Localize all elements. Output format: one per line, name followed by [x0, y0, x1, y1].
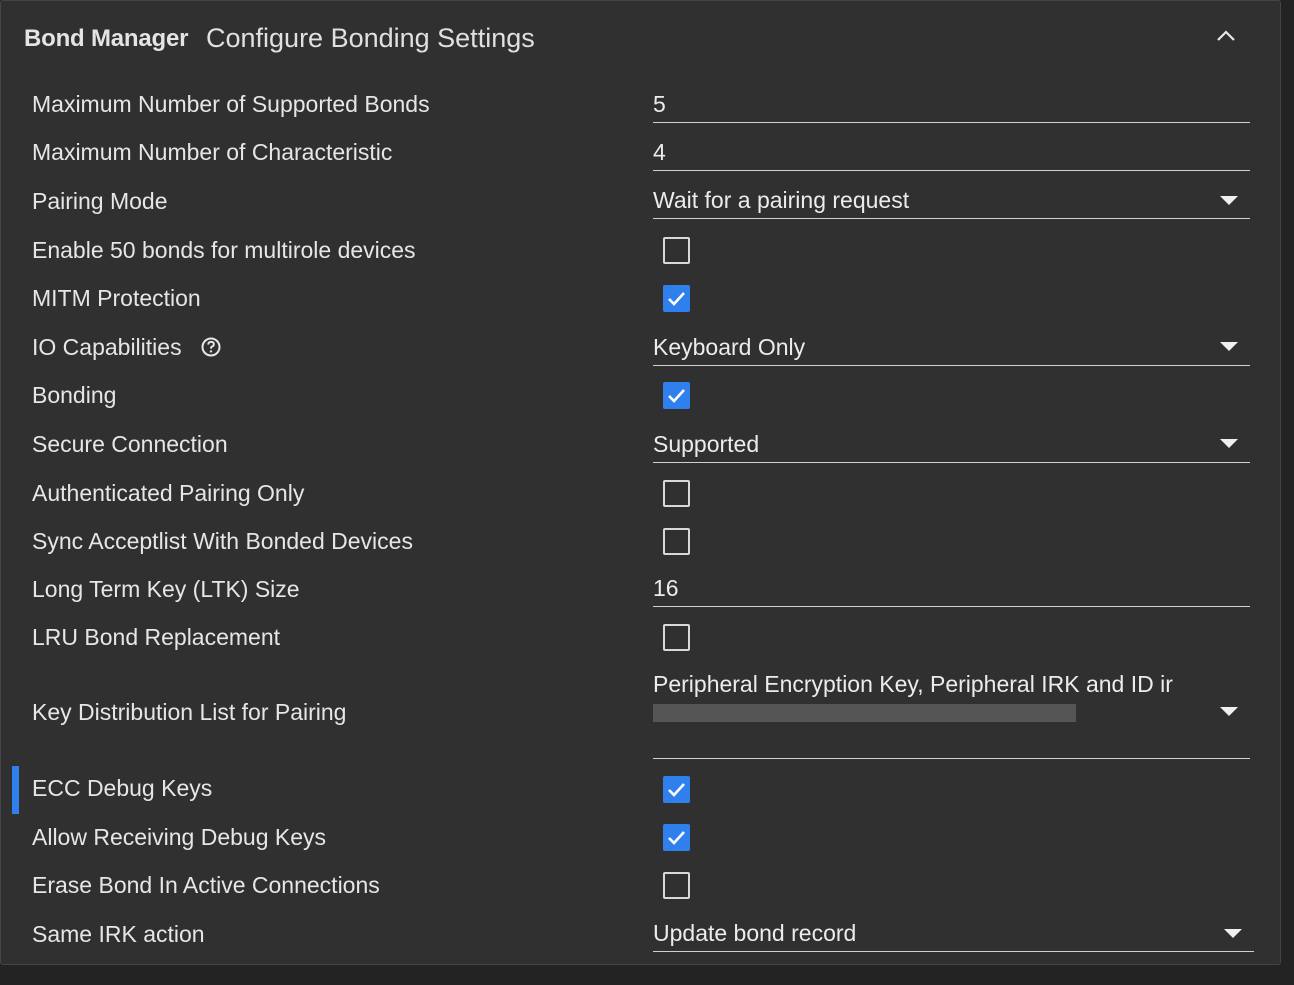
- allow-debug-keys-checkbox[interactable]: [663, 824, 690, 851]
- io-capabilities-label-wrap: IO Capabilities: [32, 334, 222, 361]
- ecc-debug-keys-checkbox[interactable]: [663, 776, 690, 803]
- authenticated-pairing-label: Authenticated Pairing Only: [32, 480, 305, 506]
- chevron-up-icon[interactable]: [1213, 25, 1239, 47]
- max-bonds-label: Maximum Number of Supported Bonds: [32, 91, 430, 117]
- io-capabilities-label: IO Capabilities: [32, 334, 182, 360]
- setting-row-lru-bond: LRU Bond Replacement: [1, 622, 1282, 662]
- ltk-size-input[interactable]: 16: [653, 574, 1250, 607]
- setting-row-authenticated-pairing: Authenticated Pairing Only: [1, 478, 1282, 518]
- key-distribution-value: Peripheral Encryption Key, Peripheral IR…: [653, 671, 1173, 697]
- setting-row-max-bonds: Maximum Number of Supported Bonds 5: [1, 89, 1282, 129]
- pairing-mode-select[interactable]: Wait for a pairing request: [653, 185, 1250, 219]
- dropdown-arrow-icon: [1220, 342, 1238, 351]
- mitm-protection-label: MITM Protection: [32, 285, 201, 311]
- pairing-mode-value: Wait for a pairing request: [653, 187, 910, 213]
- lru-bond-label: LRU Bond Replacement: [32, 624, 281, 650]
- setting-row-ltk-size: Long Term Key (LTK) Size 16: [1, 574, 1282, 614]
- erase-bond-label: Erase Bond In Active Connections: [32, 872, 380, 898]
- dropdown-arrow-icon: [1224, 929, 1242, 938]
- dropdown-arrow-icon: [1220, 707, 1238, 716]
- setting-row-same-irk: Same IRK action Update bond record: [1, 918, 1282, 958]
- max-characteristic-label: Maximum Number of Characteristic: [32, 139, 393, 165]
- secure-connection-label: Secure Connection: [32, 431, 228, 457]
- lru-bond-checkbox[interactable]: [663, 624, 690, 651]
- setting-row-max-characteristic: Maximum Number of Characteristic 4: [1, 137, 1282, 177]
- panel-title: Bond Manager: [24, 25, 189, 52]
- erase-bond-checkbox[interactable]: [663, 872, 690, 899]
- max-characteristic-input[interactable]: 4: [653, 137, 1250, 171]
- io-capabilities-value: Keyboard Only: [653, 334, 806, 360]
- same-irk-value: Update bond record: [653, 920, 857, 946]
- setting-row-allow-debug-keys: Allow Receiving Debug Keys: [1, 822, 1282, 862]
- sync-acceptlist-checkbox[interactable]: [663, 528, 690, 555]
- max-characteristic-value: 4: [653, 139, 666, 165]
- mitm-protection-checkbox[interactable]: [663, 285, 690, 312]
- secure-connection-value: Supported: [653, 431, 760, 457]
- max-bonds-input[interactable]: 5: [653, 89, 1250, 123]
- setting-row-key-distribution: Key Distribution List for Pairing Periph…: [1, 667, 1282, 762]
- secure-connection-select[interactable]: Supported: [653, 429, 1250, 463]
- check-icon: [668, 389, 685, 403]
- ecc-debug-keys-label: ECC Debug Keys: [32, 775, 213, 801]
- ltk-size-label: Long Term Key (LTK) Size: [32, 576, 300, 602]
- sync-acceptlist-label: Sync Acceptlist With Bonded Devices: [32, 528, 413, 554]
- ltk-size-value: 16: [653, 575, 679, 601]
- bonding-label: Bonding: [32, 382, 117, 408]
- question-circle-icon[interactable]: [200, 336, 222, 358]
- same-irk-select[interactable]: Update bond record: [653, 918, 1254, 952]
- check-icon: [668, 292, 685, 306]
- check-icon: [668, 783, 685, 797]
- dropdown-arrow-icon: [1220, 439, 1238, 448]
- key-distribution-label: Key Distribution List for Pairing: [32, 699, 347, 725]
- setting-row-io-capabilities: IO Capabilities Keyboard Only: [1, 331, 1282, 371]
- horizontal-scrollbar[interactable]: [653, 704, 1076, 722]
- enable-50-bonds-label: Enable 50 bonds for multirole devices: [32, 237, 416, 263]
- enable-50-bonds-checkbox[interactable]: [663, 237, 690, 264]
- focus-indicator: [12, 766, 19, 814]
- authenticated-pairing-checkbox[interactable]: [663, 480, 690, 507]
- key-distribution-select[interactable]: Peripheral Encryption Key, Peripheral IR…: [653, 667, 1250, 759]
- setting-row-erase-bond: Erase Bond In Active Connections: [1, 870, 1282, 910]
- io-capabilities-select[interactable]: Keyboard Only: [653, 331, 1250, 366]
- setting-row-sync-acceptlist: Sync Acceptlist With Bonded Devices: [1, 526, 1282, 566]
- setting-row-ecc-debug-keys: ECC Debug Keys: [1, 766, 1282, 814]
- dropdown-arrow-icon: [1220, 196, 1238, 205]
- max-bonds-value: 5: [653, 91, 666, 117]
- bond-manager-panel: Bond Manager Configure Bonding Settings …: [0, 0, 1281, 965]
- setting-row-mitm-protection: MITM Protection: [1, 283, 1282, 323]
- panel-subtitle: Configure Bonding Settings: [206, 23, 535, 53]
- allow-debug-keys-label: Allow Receiving Debug Keys: [32, 824, 327, 850]
- setting-row-secure-connection: Secure Connection Supported: [1, 429, 1282, 469]
- same-irk-label: Same IRK action: [32, 921, 205, 947]
- setting-row-pairing-mode: Pairing Mode Wait for a pairing request: [1, 185, 1282, 225]
- setting-row-bonding: Bonding: [1, 380, 1282, 420]
- bonding-checkbox[interactable]: [663, 382, 690, 409]
- pairing-mode-label: Pairing Mode: [32, 188, 168, 214]
- setting-row-enable-50-bonds: Enable 50 bonds for multirole devices: [1, 235, 1282, 275]
- check-icon: [668, 831, 685, 845]
